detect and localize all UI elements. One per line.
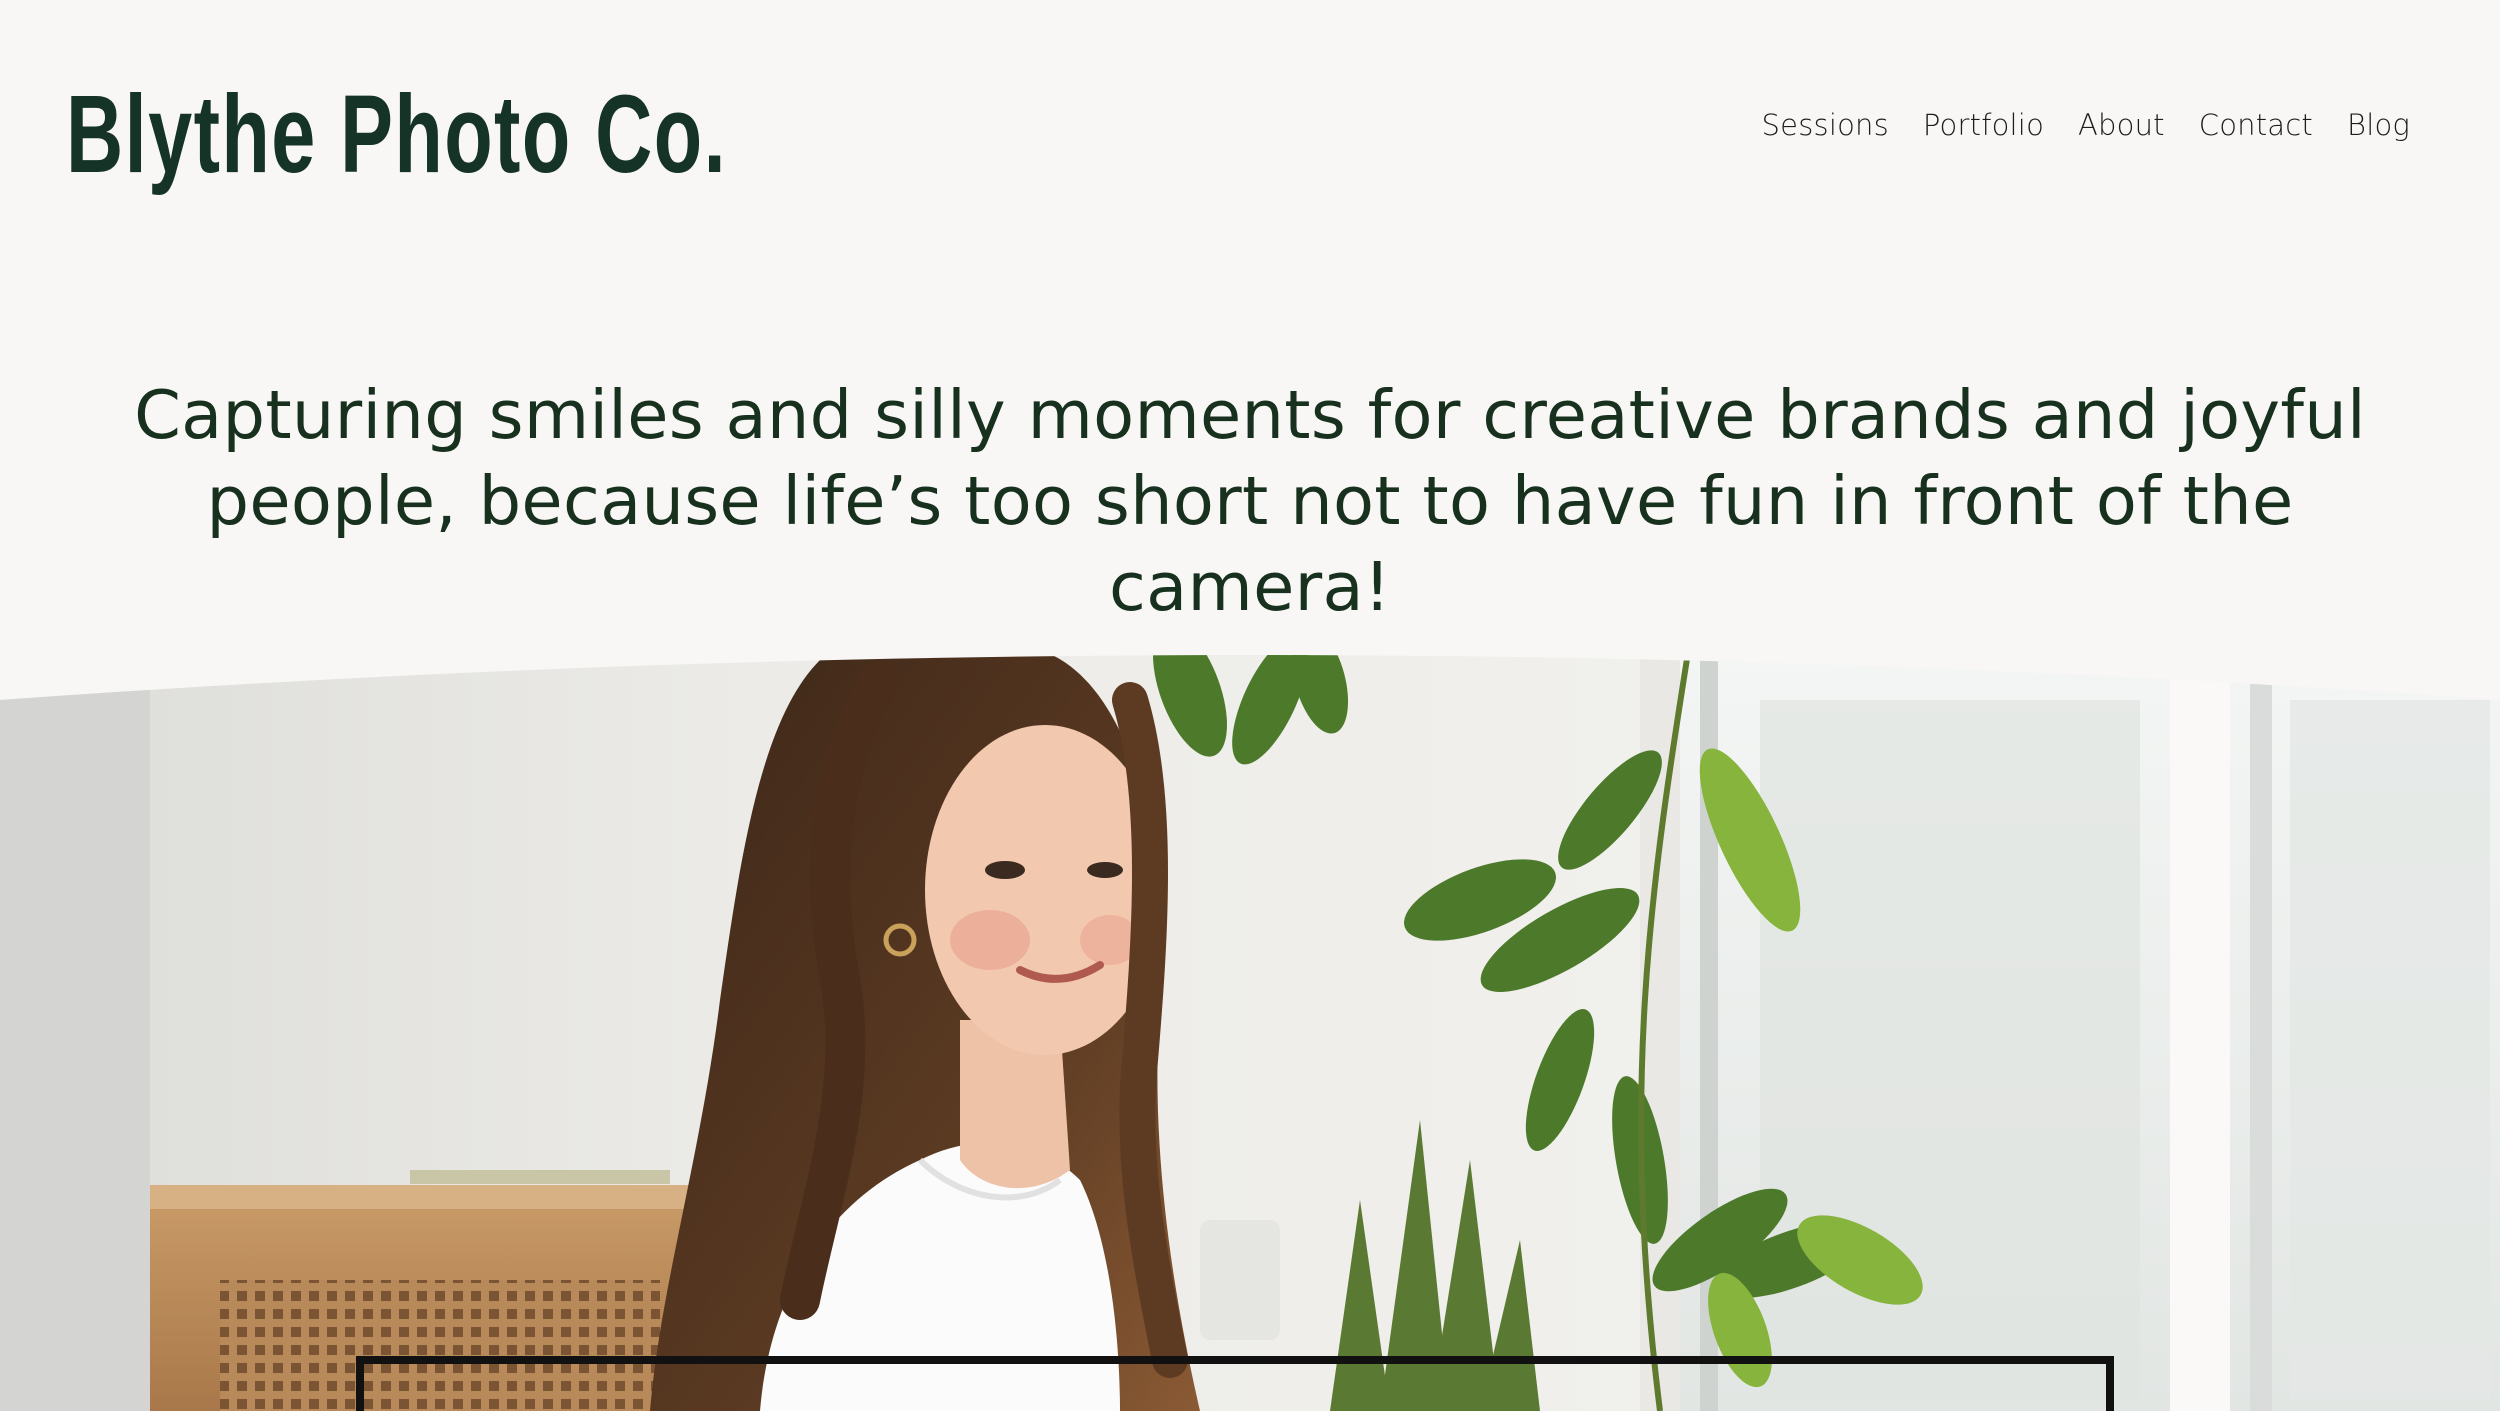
nav-link-about[interactable]: About xyxy=(2078,108,2165,142)
nav-link-sessions[interactable]: Sessions xyxy=(1762,108,1889,142)
hero-tagline: Capturing smiles and silly moments for c… xyxy=(134,376,2366,626)
nav-link-blog[interactable]: Blog xyxy=(2347,108,2410,142)
main-nav: Sessions Portfolio About Contact Blog xyxy=(1762,108,2410,142)
hero-image xyxy=(0,640,2500,1411)
logo-text: Blythe Photo Co. xyxy=(66,73,728,196)
hero-photo-illustration xyxy=(0,655,2500,1411)
page: Blythe Photo Co. Sessions Portfolio Abou… xyxy=(0,0,2500,1411)
nav-link-portfolio[interactable]: Portfolio xyxy=(1923,108,2044,142)
site-logo[interactable]: Blythe Photo Co. xyxy=(66,58,984,208)
nav-link-contact[interactable]: Contact xyxy=(2199,108,2313,142)
